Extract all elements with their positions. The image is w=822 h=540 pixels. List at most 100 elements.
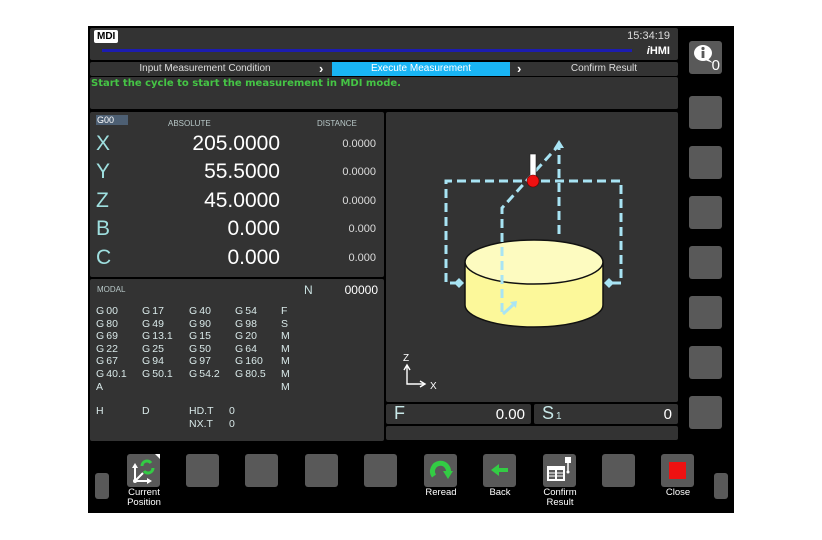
cylinder-top xyxy=(464,239,604,285)
axis-row-x: X 205.0000 0.0000 xyxy=(90,132,384,160)
softkey-9[interactable] xyxy=(602,454,635,487)
modal-code: G 80.5 xyxy=(235,368,266,380)
modal-code: G 50 xyxy=(189,342,211,355)
axis-row-b: B 0.000 0.000 xyxy=(90,217,384,245)
side-button-6[interactable] xyxy=(689,346,722,379)
header-bar: MDI 15:34:19 iHMI xyxy=(90,28,678,60)
modal-code: G 13.1 xyxy=(142,330,173,343)
modal-code: G 15 xyxy=(189,330,211,343)
axis-distance: 0.0000 xyxy=(342,166,376,178)
modal-code: G 98 xyxy=(235,317,257,330)
side-button-7[interactable] xyxy=(689,396,722,429)
modal-code: M xyxy=(281,330,290,343)
modal-code: M xyxy=(281,355,290,368)
axis-absolute: 205.0000 xyxy=(192,132,280,155)
modal-code: G 80 xyxy=(96,317,118,330)
modal-code: G 40 xyxy=(189,305,211,317)
side-button-5[interactable] xyxy=(689,296,722,329)
axis-z-label: Z xyxy=(403,353,409,364)
softkey-current-position[interactable] xyxy=(127,454,160,487)
back-arrow-icon xyxy=(491,464,508,476)
softkey-confirm-result[interactable] xyxy=(543,454,576,487)
modal-code: G 17 xyxy=(142,305,164,317)
softkey-4[interactable] xyxy=(305,454,338,487)
modal-code: G 20 xyxy=(235,330,257,343)
modal-code: S xyxy=(281,317,289,330)
clock: 15:34:19 xyxy=(627,30,670,42)
info-count: 0 xyxy=(711,57,720,74)
absolute-label: ABSOLUTE xyxy=(168,119,211,128)
modal-code: G 54.2 xyxy=(189,368,220,380)
softkey-label-current-position: Current Position xyxy=(127,487,161,508)
softkey-next-page[interactable] xyxy=(714,473,728,499)
chevron-right-icon: › xyxy=(517,61,522,76)
softkey-reread[interactable] xyxy=(424,454,457,487)
softkey-back[interactable] xyxy=(483,454,516,487)
message-area: Start the cycle to start the measurement… xyxy=(90,77,678,109)
hdt-value: 0 xyxy=(229,405,235,417)
axis-name: Z xyxy=(96,189,109,212)
feed-display: F 0.00 xyxy=(386,403,531,424)
modal-code: G 00 xyxy=(96,305,118,317)
modal-code: G 22 xyxy=(96,342,118,355)
axis-row-y: Y 55.5000 0.0000 xyxy=(90,160,384,188)
workpiece-cylinder xyxy=(464,239,604,328)
axis-distance: 0.0000 xyxy=(342,195,376,207)
axis-name: C xyxy=(96,246,112,269)
contact-point-left xyxy=(454,278,464,288)
spindle-letter: S xyxy=(542,403,555,423)
message-text: Start the cycle to start the measurement… xyxy=(91,78,401,89)
feed-label: F xyxy=(394,403,405,423)
axis-name: B xyxy=(96,217,111,240)
modal-code: G 64 xyxy=(235,342,257,355)
close-icon xyxy=(669,462,686,479)
modal-code: G 67 xyxy=(96,355,118,368)
axis-absolute: 55.5000 xyxy=(204,160,280,183)
axis-absolute: 45.0000 xyxy=(204,189,280,212)
brand-suffix: HMI xyxy=(649,45,670,57)
spindle-label: S1 xyxy=(542,403,562,424)
spindle-display: S1 0 xyxy=(534,403,678,424)
softkey-3[interactable] xyxy=(245,454,278,487)
side-button-2[interactable] xyxy=(689,146,722,179)
modal-title: MODAL xyxy=(97,285,126,294)
confirm-result-icon xyxy=(547,457,571,481)
n-value: 00000 xyxy=(344,283,378,297)
d-label: D xyxy=(142,405,150,417)
modal-code: G 90 xyxy=(189,317,211,330)
step-execute-measurement: Execute Measurement xyxy=(332,62,510,76)
axis-absolute: 0.000 xyxy=(227,217,280,240)
softkey-label-confirm-result: Confirm Result xyxy=(543,487,577,508)
feed-value: 0.00 xyxy=(495,406,525,423)
auxiliary-status-bar xyxy=(386,426,678,440)
modal-code: G 69 xyxy=(96,330,118,343)
side-button-3[interactable] xyxy=(689,196,722,229)
modal-code: G 49 xyxy=(142,317,164,330)
modal-code: A xyxy=(96,380,104,393)
mode-badge: MDI xyxy=(94,30,119,43)
n-label: N xyxy=(304,283,313,297)
nxt-label: NX.T xyxy=(189,418,213,430)
step-confirm-result: Confirm Result xyxy=(570,63,638,74)
step-input-condition: Input Measurement Condition xyxy=(139,63,271,74)
softkey-prev-page[interactable] xyxy=(95,473,109,499)
step-indicator: Input Measurement Condition › Execute Me… xyxy=(90,61,678,76)
axis-row-z: Z 45.0000 0.0000 xyxy=(90,189,384,217)
softkey-close[interactable] xyxy=(661,454,694,487)
axis-name: Y xyxy=(96,160,111,183)
side-button-4[interactable] xyxy=(689,246,722,279)
info-button[interactable]: 0 xyxy=(689,41,722,74)
axis-distance: 0.000 xyxy=(348,223,376,235)
softkey-2[interactable] xyxy=(186,454,219,487)
side-button-1[interactable] xyxy=(689,96,722,129)
nxt-value: 0 xyxy=(229,418,235,430)
modal-code: F xyxy=(281,305,288,317)
modal-code: M xyxy=(281,380,290,393)
axis-absolute: 0.000 xyxy=(227,246,280,269)
modal-code: G 94 xyxy=(142,355,164,368)
axis-name: X xyxy=(96,132,111,155)
softkey-5[interactable] xyxy=(364,454,397,487)
spindle-index: 1 xyxy=(556,411,562,422)
probe-stylus xyxy=(529,153,537,177)
modal-code: G 50.1 xyxy=(142,368,173,380)
